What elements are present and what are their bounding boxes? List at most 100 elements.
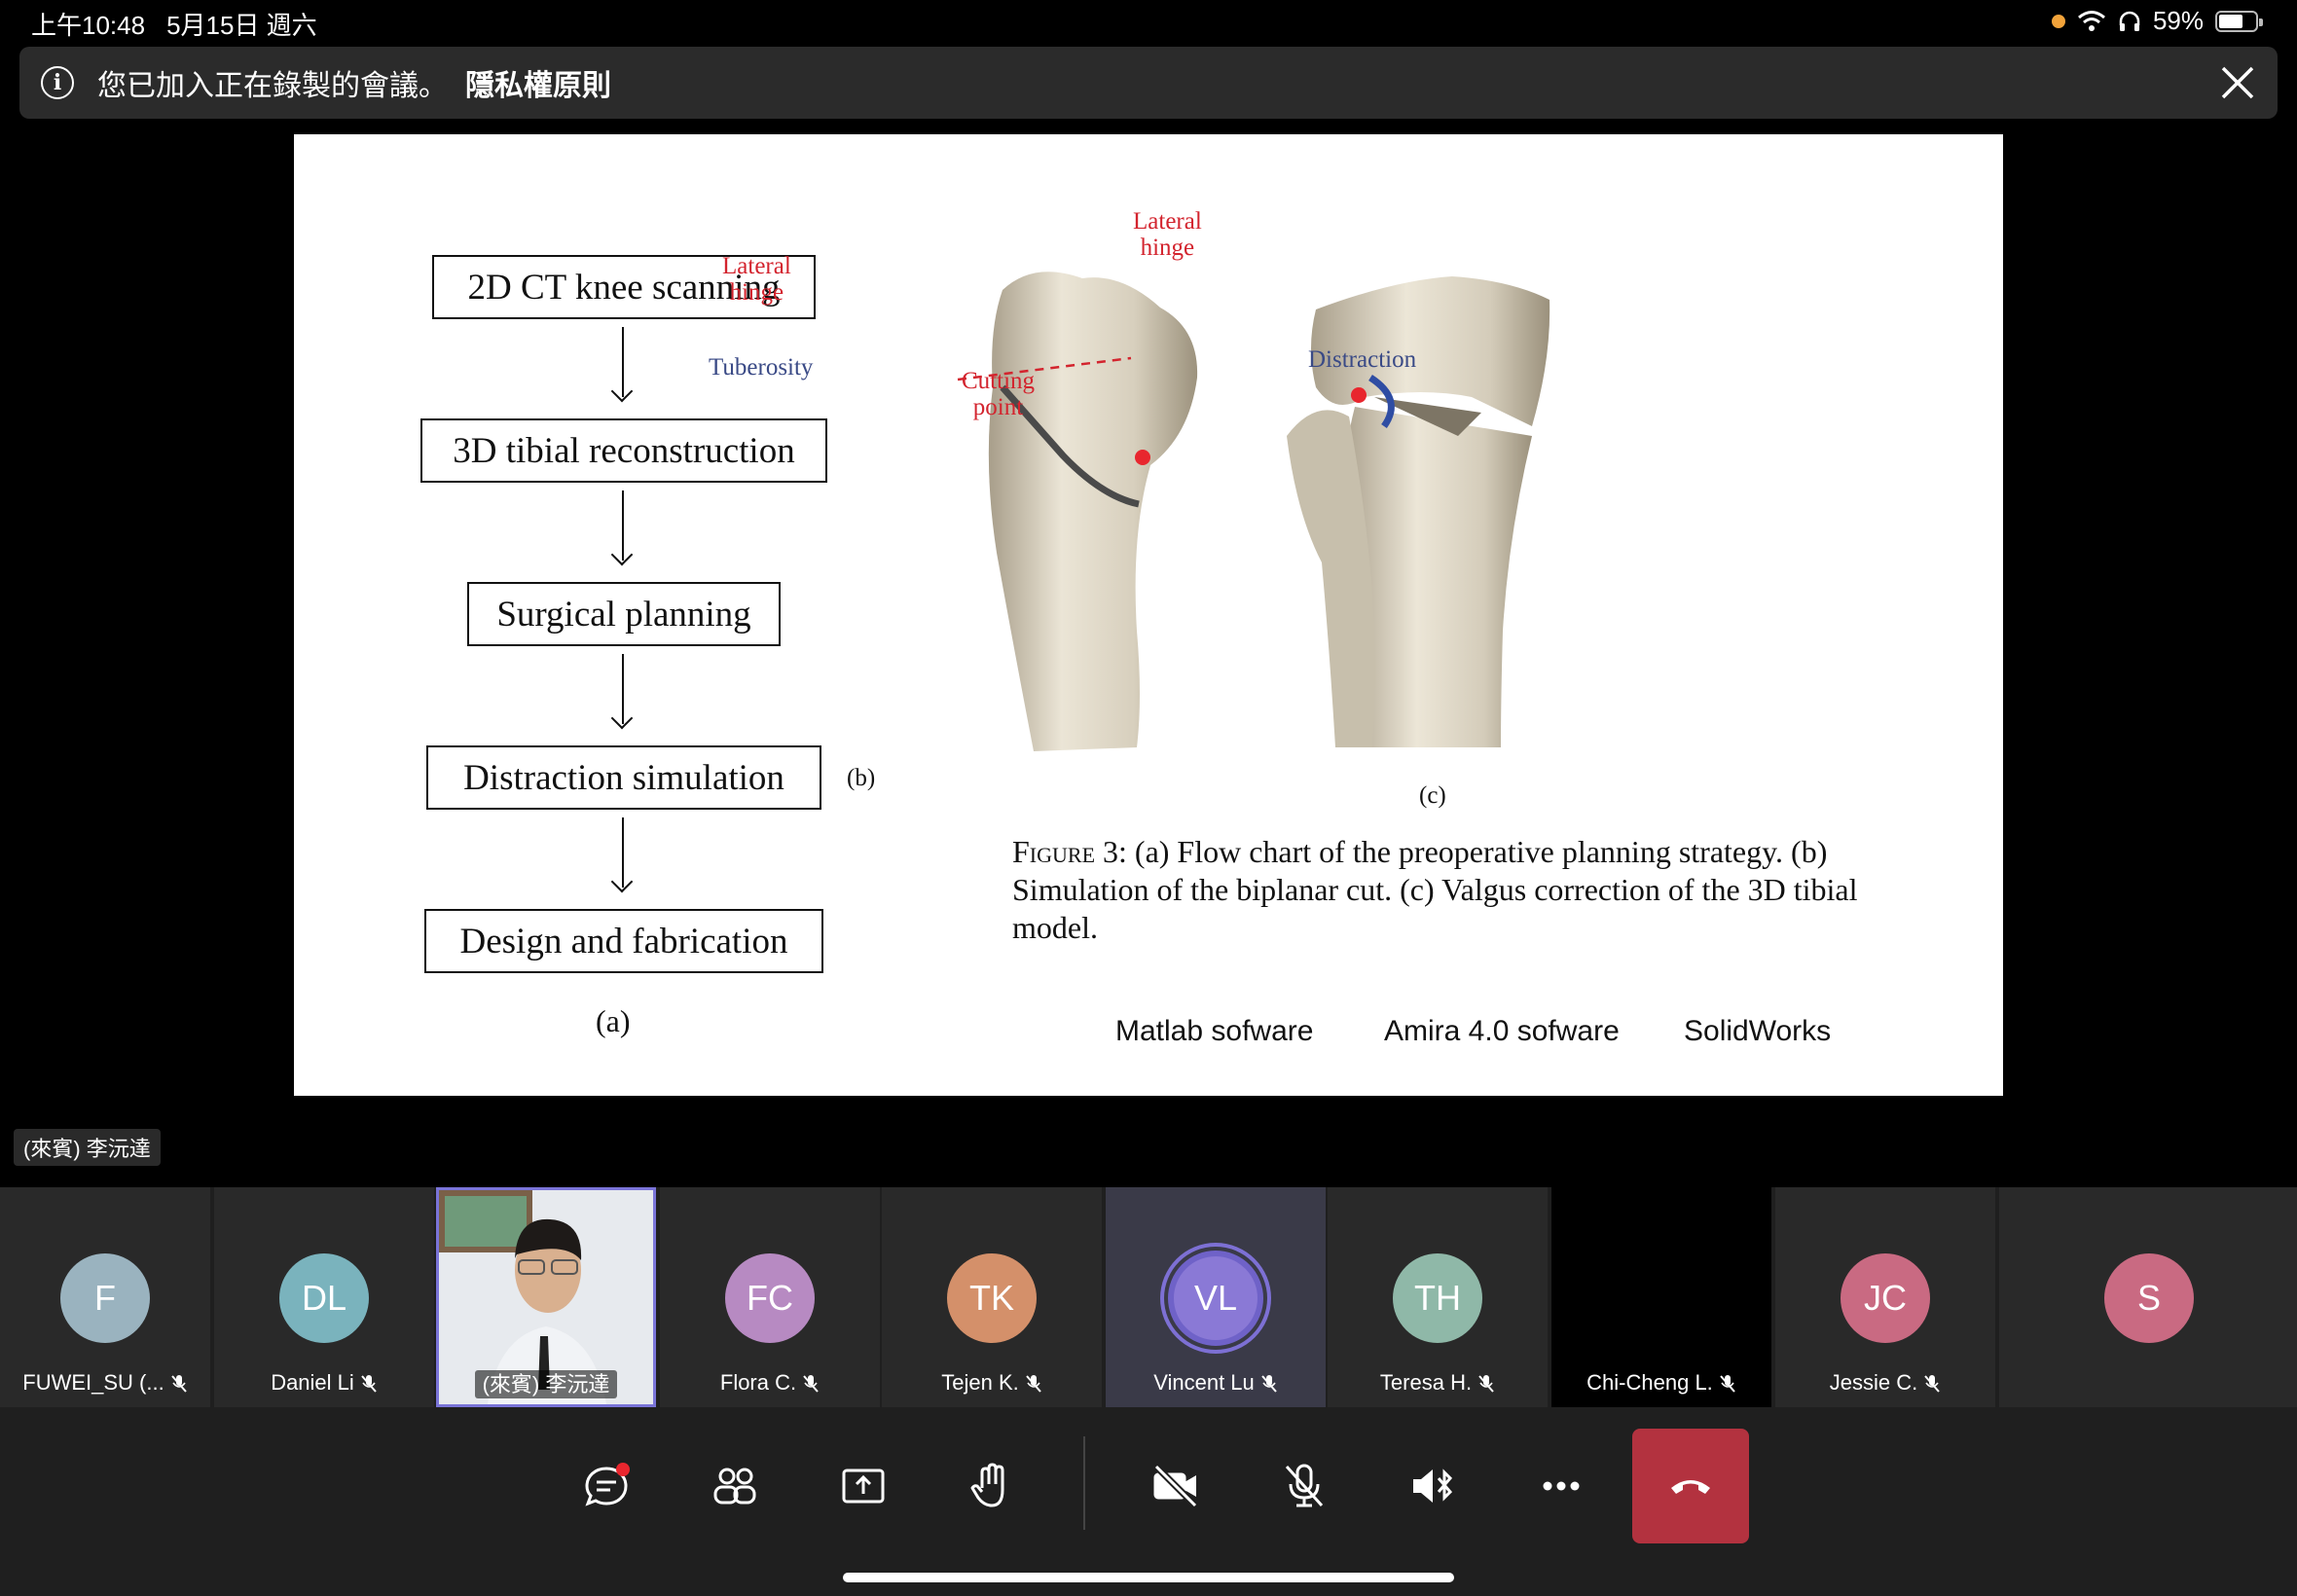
speaker-icon xyxy=(1413,1469,1453,1503)
flowchart-step-4: Distraction simulation xyxy=(426,745,821,810)
participant-tile[interactable]: JC Jessie C. xyxy=(1775,1187,1995,1407)
speaker-button[interactable] xyxy=(1374,1429,1491,1543)
participant-name: Chi-Cheng L. xyxy=(1586,1370,1713,1395)
avatar: DL xyxy=(279,1253,369,1343)
mic-off-icon xyxy=(1924,1375,1940,1393)
mic-off-icon xyxy=(803,1375,819,1393)
label-lateral-hinge-b-line1: Lateral xyxy=(722,253,791,279)
mic-off-icon xyxy=(170,1375,187,1393)
avatar: JC xyxy=(1841,1253,1930,1343)
software-solidworks: SolidWorks xyxy=(1684,1015,1832,1047)
flowchart-arrow xyxy=(622,490,624,561)
caption-a: (a) xyxy=(596,1003,631,1038)
raise-hand-button[interactable] xyxy=(933,1429,1050,1543)
shared-slide: 2D CT knee scanning 3D tibial reconstruc… xyxy=(294,134,2003,1096)
status-time: 上午10:48 xyxy=(31,11,146,40)
flowchart-step-5: Design and fabrication xyxy=(424,909,823,973)
software-matlab: Matlab sofware xyxy=(1115,1015,1314,1047)
banner-message: 您已加入正在錄製的會議。 xyxy=(97,70,448,102)
avatar: TK xyxy=(947,1253,1037,1343)
label-cutting-point: Cutting point xyxy=(962,368,1035,420)
info-icon: i xyxy=(41,66,74,99)
recording-indicator-icon xyxy=(2051,14,2065,28)
headphones-icon xyxy=(2119,11,2140,31)
participant-tile[interactable]: DL Daniel Li xyxy=(214,1187,434,1407)
label-cutting-point-line1: Cutting xyxy=(962,368,1036,394)
participant-name: Flora C. xyxy=(719,1370,797,1395)
participant-tile[interactable]: FC Flora C. xyxy=(660,1187,880,1407)
avatar: FC xyxy=(725,1253,815,1343)
participant-tile[interactable]: F FUWEI_SU (... xyxy=(0,1187,210,1407)
label-lateral-hinge-c: Lateral hinge xyxy=(1133,208,1202,261)
presenter-name-label: (來賓) 李沅達 xyxy=(14,1129,161,1166)
caption-b: (b) xyxy=(847,765,876,791)
camera-off-icon xyxy=(1153,1464,1198,1508)
chat-button[interactable] xyxy=(548,1429,665,1543)
participant-name: FUWEI_SU (... xyxy=(22,1370,164,1395)
participant-name: Tejen K. xyxy=(941,1370,1019,1395)
recording-notice-banner: i 您已加入正在錄製的會議。 隱私權原則 xyxy=(19,47,2278,119)
participant-strip[interactable]: F FUWEI_SU (... DL Daniel Li (來賓) 李沅達 FC… xyxy=(0,1187,2297,1407)
status-bar: 上午10:48 5月15日 週六 59% xyxy=(0,0,2297,45)
participant-name: (來賓) 李沅達 xyxy=(474,1370,618,1398)
label-lateral-hinge-b: Lateral hinge xyxy=(722,253,791,306)
more-options-button[interactable] xyxy=(1503,1429,1620,1543)
flowchart-step-3: Surgical planning xyxy=(467,582,781,646)
raise-hand-icon xyxy=(970,1463,1004,1507)
camera-toggle-button[interactable] xyxy=(1117,1429,1234,1543)
participant-tile[interactable]: TK Tejen K. xyxy=(882,1187,1102,1407)
tibia-biplanar-cut-image xyxy=(957,272,1198,751)
caption-c: (c) xyxy=(1419,782,1446,809)
label-tuberosity: Tuberosity xyxy=(709,354,814,381)
participants-button[interactable] xyxy=(676,1429,793,1543)
participants-icon xyxy=(713,1468,756,1505)
participant-tile-speaking[interactable]: VL Vincent Lu xyxy=(1106,1187,1326,1407)
chat-icon xyxy=(585,1463,630,1506)
label-lateral-hinge-c-line1: Lateral xyxy=(1133,208,1202,235)
flowchart-arrow xyxy=(622,654,624,724)
figure-caption-label: Figure 3 xyxy=(1012,834,1119,869)
share-content-button[interactable] xyxy=(805,1429,922,1543)
label-cutting-point-line2: point xyxy=(972,394,1024,420)
figure-caption: Figure 3: (a) Flow chart of the preopera… xyxy=(1012,833,1927,947)
home-indicator[interactable] xyxy=(843,1573,1454,1582)
participant-video-tile[interactable]: (來賓) 李沅達 xyxy=(436,1187,656,1407)
mic-off-icon xyxy=(361,1375,377,1393)
battery-percent: 59% xyxy=(2152,6,2204,35)
close-icon[interactable] xyxy=(2219,64,2256,101)
hang-up-icon xyxy=(1671,1480,1710,1494)
participant-tile[interactable]: S xyxy=(1999,1187,2297,1407)
tibia-valgus-correction-image xyxy=(1287,276,1550,747)
status-date: 5月15日 週六 xyxy=(166,11,317,40)
mic-off-icon xyxy=(1261,1375,1277,1393)
flowchart-arrow xyxy=(622,817,624,888)
share-icon xyxy=(842,1469,885,1504)
figure-caption-text: : (a) Flow chart of the preoperative pla… xyxy=(1012,834,1858,945)
participant-name: Jessie C. xyxy=(1829,1370,1918,1395)
software-amira: Amira 4.0 sofware xyxy=(1384,1015,1620,1047)
privacy-policy-link[interactable]: 隱私權原則 xyxy=(465,61,611,104)
participant-tile[interactable]: TH Teresa H. xyxy=(1328,1187,1548,1407)
participant-tile[interactable]: Chi-Cheng L. xyxy=(1551,1187,1771,1407)
flowchart-step-2: 3D tibial reconstruction xyxy=(420,418,827,483)
label-lateral-hinge-b-line2: hinge xyxy=(729,279,784,306)
avatar: S xyxy=(2104,1253,2194,1343)
wifi-icon xyxy=(2077,10,2105,31)
avatar: F xyxy=(60,1253,150,1343)
avatar: TH xyxy=(1393,1253,1482,1343)
hang-up-button[interactable] xyxy=(1632,1429,1749,1543)
microphone-toggle-button[interactable] xyxy=(1246,1429,1363,1543)
toolbar-divider xyxy=(1083,1436,1085,1530)
participant-name: Vincent Lu xyxy=(1153,1370,1255,1395)
more-icon xyxy=(1543,1481,1580,1491)
participant-name: Daniel Li xyxy=(271,1370,354,1395)
flowchart-arrow xyxy=(622,327,624,397)
label-distraction: Distraction xyxy=(1308,346,1417,373)
mic-off-icon xyxy=(1285,1464,1324,1507)
battery-icon xyxy=(2215,10,2263,32)
mic-off-icon xyxy=(1478,1375,1494,1393)
meeting-toolbar xyxy=(0,1407,2297,1596)
mic-off-icon xyxy=(1025,1375,1041,1393)
avatar: VL xyxy=(1168,1251,1263,1346)
mic-off-icon xyxy=(1720,1375,1735,1393)
